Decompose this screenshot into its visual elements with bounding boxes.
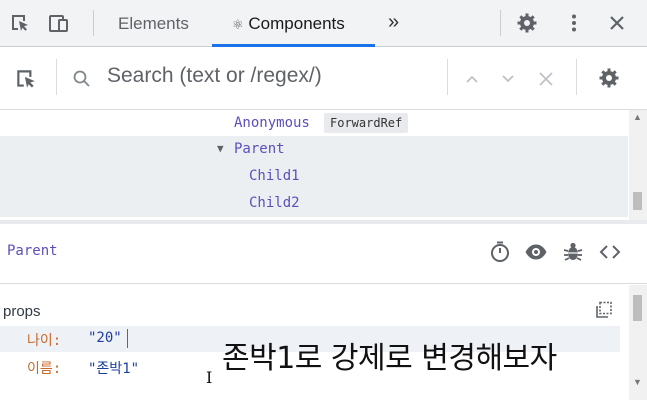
component-search-bar: Search (text or /regex/) bbox=[0, 47, 647, 110]
tree-scrollbar[interactable]: ▲ bbox=[629, 110, 647, 220]
props-scrollbar[interactable]: ▼ bbox=[629, 285, 647, 400]
tab-components[interactable]: ⚛ Components bbox=[232, 0, 345, 47]
devtools-tabbar: Elements ⚛ Components » bbox=[0, 0, 647, 47]
search-input[interactable]: Search (text or /regex/) bbox=[107, 64, 322, 88]
settings-gear-icon[interactable] bbox=[516, 12, 538, 34]
tutorial-caption: 존박1로 강제로 변경해보자 bbox=[222, 341, 557, 376]
forwardref-badge: ForwardRef bbox=[324, 113, 409, 133]
more-tabs-button[interactable]: » bbox=[388, 0, 399, 47]
view-source-code-icon[interactable] bbox=[598, 240, 622, 264]
scroll-down-arrow-icon[interactable]: ▼ bbox=[633, 377, 642, 387]
prop-key: 나이: bbox=[27, 333, 62, 349]
text-caret bbox=[127, 329, 128, 348]
scroll-up-arrow-icon[interactable]: ▲ bbox=[633, 112, 642, 122]
props-section-title: props bbox=[3, 303, 41, 320]
next-result-icon[interactable] bbox=[500, 71, 516, 87]
device-toolbar-icon[interactable] bbox=[47, 12, 69, 34]
toolbar-divider bbox=[500, 10, 501, 36]
inspect-element-icon[interactable] bbox=[9, 12, 31, 34]
react-atom-icon: ⚛ bbox=[232, 17, 244, 32]
tree-row[interactable]: Child1 bbox=[0, 163, 628, 190]
suspend-timer-icon[interactable] bbox=[488, 240, 512, 264]
expand-caret-icon[interactable]: ▼ bbox=[217, 142, 224, 155]
prop-value-input[interactable]: "20" bbox=[88, 330, 122, 346]
selected-component-name: Parent bbox=[7, 243, 58, 259]
prop-key: 이름: bbox=[27, 361, 62, 377]
scrollbar-thumb[interactable] bbox=[633, 295, 642, 321]
more-options-kebab-icon[interactable] bbox=[563, 12, 585, 34]
tree-row[interactable]: Anonymous ForwardRef bbox=[0, 110, 628, 137]
tree-node-label: Child2 bbox=[249, 195, 300, 211]
tree-node-label: Anonymous bbox=[234, 115, 310, 131]
scrollbar-thumb[interactable] bbox=[633, 192, 642, 210]
search-divider bbox=[576, 59, 577, 95]
inspect-dom-eye-icon[interactable] bbox=[524, 240, 548, 264]
log-to-console-bug-icon[interactable] bbox=[561, 240, 585, 264]
component-tree: Anonymous ForwardRef ▼ Parent Child1 Chi… bbox=[0, 110, 647, 220]
select-component-icon[interactable] bbox=[14, 67, 38, 91]
previous-result-icon[interactable] bbox=[464, 71, 480, 87]
tab-elements[interactable]: Elements bbox=[118, 0, 189, 47]
component-settings-gear-icon[interactable] bbox=[598, 67, 620, 89]
tree-node-label: Parent bbox=[234, 141, 285, 157]
selected-component-header: Parent bbox=[0, 224, 647, 284]
search-divider bbox=[56, 59, 57, 95]
tab-components-label: Components bbox=[248, 14, 345, 33]
tree-row-selected[interactable]: ▼ Parent bbox=[0, 136, 628, 163]
mouse-ibeam-cursor: I bbox=[206, 368, 213, 387]
toolbar-divider bbox=[93, 10, 94, 36]
search-icon bbox=[73, 70, 90, 87]
copy-props-icon[interactable] bbox=[594, 300, 614, 320]
prop-value[interactable]: "존박1" bbox=[88, 358, 139, 378]
close-devtools-icon[interactable] bbox=[606, 12, 628, 34]
clear-search-icon[interactable] bbox=[537, 70, 555, 88]
search-divider bbox=[447, 59, 448, 95]
tree-node-label: Child1 bbox=[249, 168, 300, 184]
tree-row[interactable]: Child2 bbox=[0, 190, 628, 217]
